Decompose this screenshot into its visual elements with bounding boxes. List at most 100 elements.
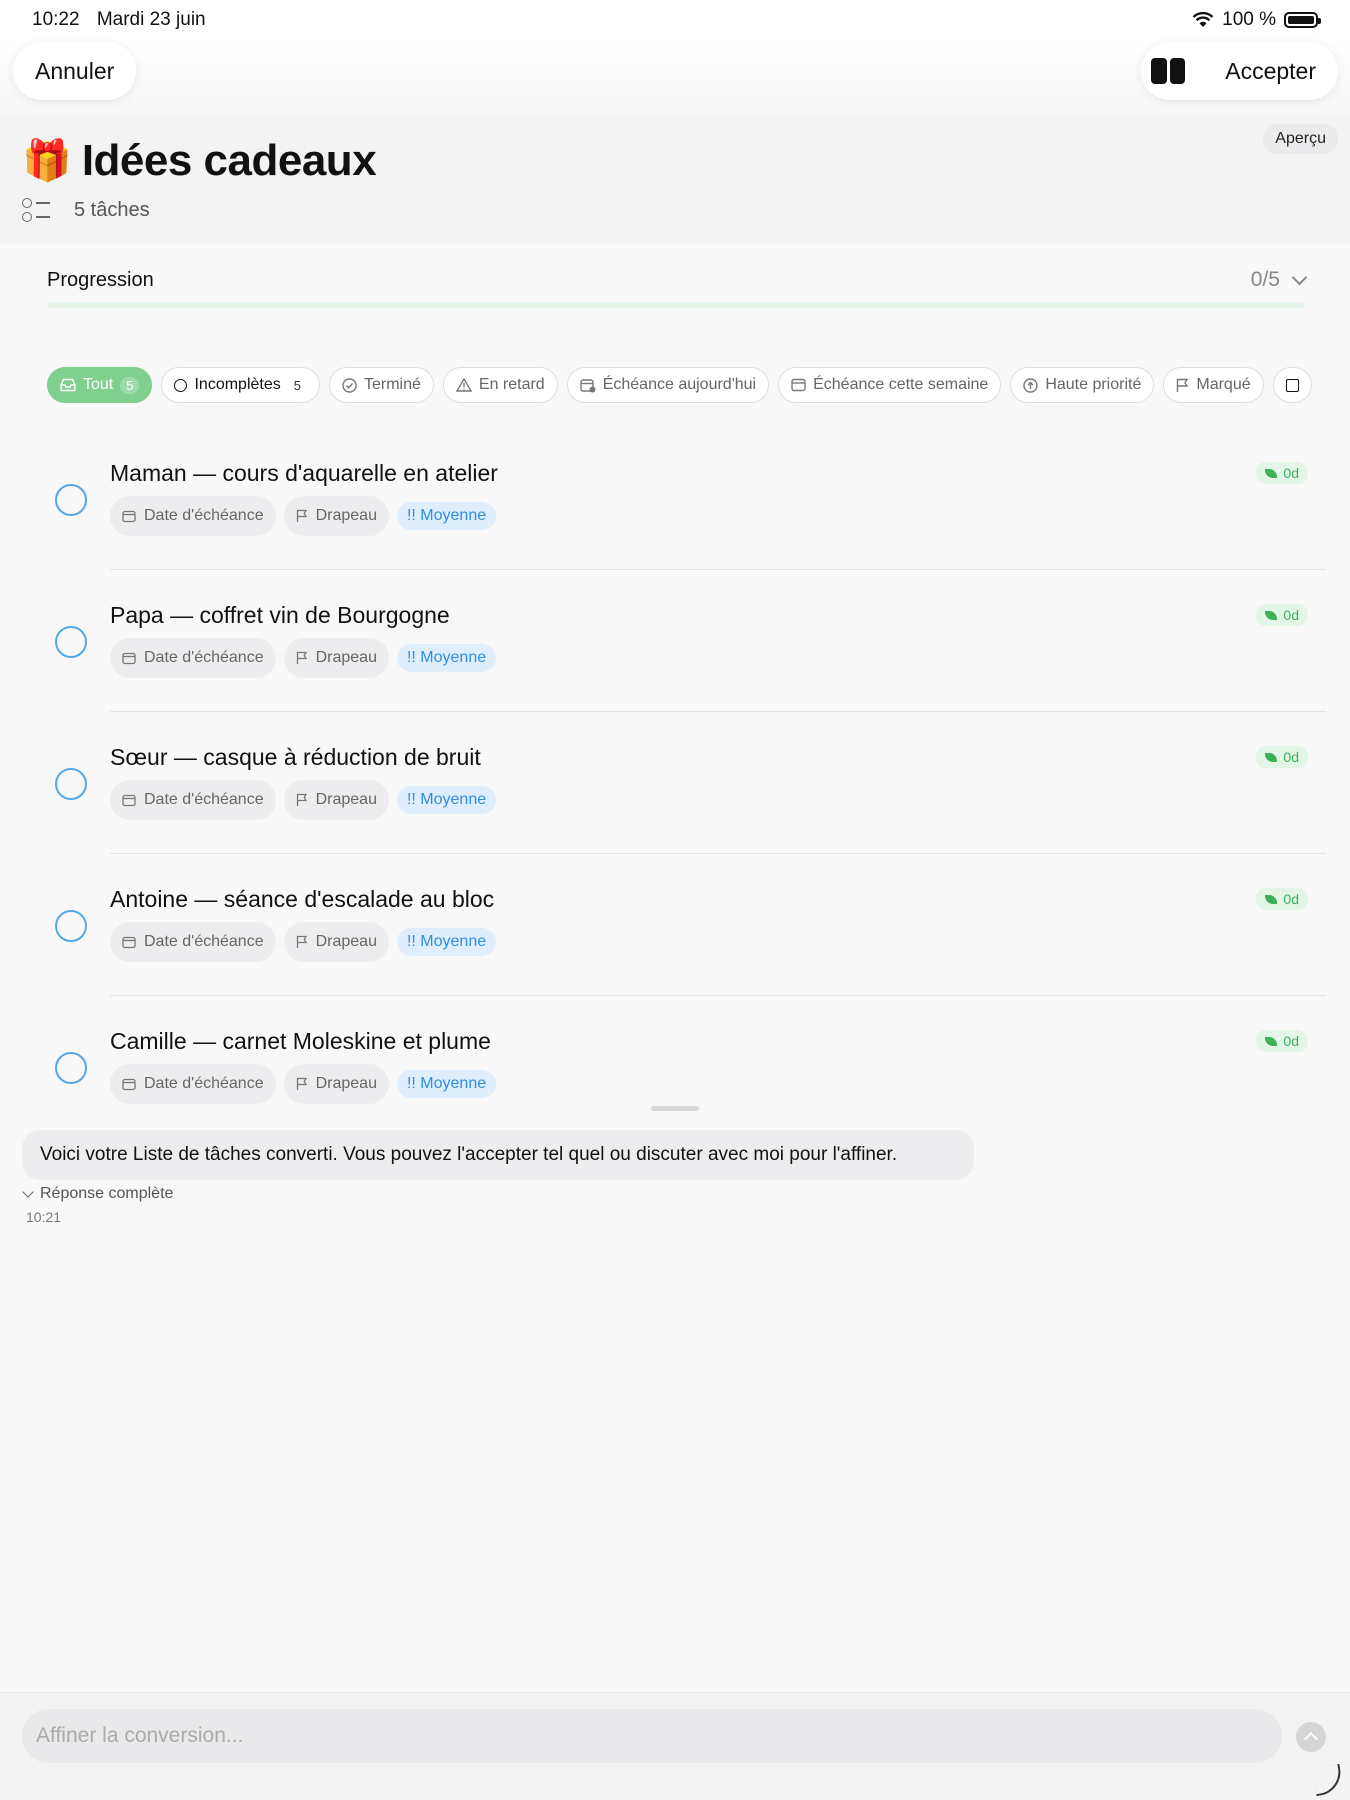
filter-chips: Tout 5 Incomplètes 5 Terminé En retard É… <box>47 367 1325 405</box>
task-title[interactable]: Papa — coffret vin de Bourgogne <box>110 602 450 629</box>
flag-button[interactable]: Drapeau <box>283 922 389 962</box>
task-list: Maman — cours d'aquarelle en atelier Dat… <box>0 428 1350 1138</box>
leaf-icon <box>1265 894 1278 904</box>
flag-button[interactable]: Drapeau <box>283 1064 389 1104</box>
filter-flagged[interactable]: Marqué <box>1163 367 1264 403</box>
split-view-icon[interactable] <box>1151 58 1186 84</box>
due-date-label: Date d'échéance <box>144 791 264 808</box>
filter-due-today-label: Échéance aujourd'hui <box>602 376 757 393</box>
filter-flagged-label: Marqué <box>1196 376 1251 393</box>
priority-badge[interactable]: !! Moyenne <box>396 1070 497 1098</box>
task-row[interactable]: Sœur — casque à réduction de bruit Date … <box>0 712 1350 854</box>
filter-overdue[interactable]: En retard <box>442 367 558 403</box>
due-date-button[interactable]: Date d'échéance <box>110 496 276 536</box>
task-row[interactable]: Papa — coffret vin de Bourgogne Date d'é… <box>0 570 1350 712</box>
task-meta: Date d'échéance Drapeau !! Moyenne <box>110 496 497 536</box>
flag-label: Drapeau <box>315 933 377 950</box>
task-checkbox[interactable] <box>55 768 87 800</box>
page-title: Idées cadeaux <box>81 136 377 185</box>
progress-value: 0/5 <box>1250 268 1280 291</box>
due-date-button[interactable]: Date d'échéance <box>110 1064 276 1104</box>
task-checkbox[interactable] <box>55 484 87 516</box>
filter-overdue-label: En retard <box>478 376 545 393</box>
age-label: 0d <box>1283 607 1299 623</box>
filter-due-today[interactable]: Échéance aujourd'hui <box>566 367 770 403</box>
due-date-button[interactable]: Date d'échéance <box>110 638 276 678</box>
filter-more[interactable] <box>1272 367 1312 403</box>
status-time: 10:22 <box>32 9 80 30</box>
message-time: 10:21 <box>26 1209 62 1225</box>
accept-button[interactable]: Accepter <box>1225 58 1316 85</box>
priority-badge[interactable]: !! Moyenne <box>396 786 497 814</box>
pencil-curve-icon <box>1311 1763 1345 1797</box>
task-row[interactable]: Maman — cours d'aquarelle en atelier Dat… <box>0 428 1350 570</box>
title-row: 🎁 Idées cadeaux <box>22 136 377 186</box>
filter-incomplete-count: 5 <box>293 377 301 393</box>
flag-label: Drapeau <box>315 1075 377 1092</box>
composer <box>0 1692 1350 1800</box>
flag-label: Drapeau <box>315 507 377 524</box>
task-checkbox[interactable] <box>55 910 87 942</box>
task-meta: Date d'échéance Drapeau !! Moyenne <box>110 1064 497 1104</box>
filter-incomplete[interactable]: Incomplètes 5 <box>161 367 320 403</box>
flag-button[interactable]: Drapeau <box>283 780 389 820</box>
response-status[interactable]: Réponse complète <box>22 1185 174 1203</box>
filter-all[interactable]: Tout 5 <box>47 367 153 403</box>
age-badge: 0d <box>1256 746 1308 768</box>
cancel-button[interactable]: Annuler <box>13 42 137 100</box>
arrow-up-circle-icon <box>1023 377 1039 393</box>
filter-all-count: 5 <box>120 376 140 394</box>
filter-high-priority[interactable]: Haute priorité <box>1010 367 1155 403</box>
priority-badge[interactable]: !! Moyenne <box>396 502 497 530</box>
filter-done[interactable]: Terminé <box>328 367 434 403</box>
age-badge: 0d <box>1256 462 1308 484</box>
age-label: 0d <box>1283 749 1299 765</box>
due-date-button[interactable]: Date d'échéance <box>110 922 276 962</box>
task-row[interactable]: Antoine — séance d'escalade au bloc Date… <box>0 854 1350 996</box>
due-date-button[interactable]: Date d'échéance <box>110 780 276 820</box>
task-title[interactable]: Sœur — casque à réduction de bruit <box>110 744 481 771</box>
flag-icon <box>1177 378 1189 392</box>
flag-button[interactable]: Drapeau <box>283 638 389 678</box>
circle-icon <box>174 378 188 392</box>
flag-icon <box>296 651 307 664</box>
task-checkbox[interactable] <box>55 1052 87 1084</box>
task-title[interactable]: Camille — carnet Moleskine et plume <box>110 1028 491 1055</box>
progress-section[interactable]: Progression 0/5 <box>47 268 1308 308</box>
task-checkbox[interactable] <box>55 626 87 658</box>
chevron-down-icon[interactable] <box>1291 269 1308 285</box>
check-circle-icon <box>342 377 357 393</box>
send-button[interactable] <box>1296 1722 1326 1752</box>
filter-due-week[interactable]: Échéance cette semaine <box>778 367 1002 403</box>
top-bar: Annuler Accepter <box>0 40 1350 116</box>
task-count-row: 5 tâches <box>22 196 150 224</box>
calendar-icon <box>122 1078 136 1090</box>
filter-done-label: Terminé <box>363 376 421 393</box>
calendar-icon <box>791 378 806 392</box>
flag-icon <box>296 935 307 948</box>
status-date: Mardi 23 juin <box>96 9 206 30</box>
leaf-icon <box>1265 1036 1278 1046</box>
priority-badge[interactable]: !! Moyenne <box>396 928 497 956</box>
flag-button[interactable]: Drapeau <box>283 496 389 536</box>
progress-value-wrap: 0/5 <box>1250 268 1308 292</box>
flag-label: Drapeau <box>315 791 377 808</box>
age-badge: 0d <box>1256 1030 1308 1052</box>
sheet-handle[interactable] <box>651 1106 699 1111</box>
calendar-icon <box>122 652 136 664</box>
priority-badge[interactable]: !! Moyenne <box>396 644 497 672</box>
task-title[interactable]: Maman — cours d'aquarelle en atelier <box>110 460 498 487</box>
accept-group: Accepter <box>1141 42 1338 100</box>
preview-badge: Aperçu <box>1263 124 1338 154</box>
age-badge: 0d <box>1256 888 1308 910</box>
response-status-label: Réponse complète <box>40 1185 174 1202</box>
age-badge: 0d <box>1256 604 1308 626</box>
task-row[interactable]: Camille — carnet Moleskine et plume Date… <box>0 996 1350 1138</box>
calendar-icon <box>122 510 136 522</box>
task-title[interactable]: Antoine — séance d'escalade au bloc <box>110 886 494 913</box>
refine-input[interactable] <box>22 1709 1282 1763</box>
leaf-icon <box>1265 610 1278 620</box>
list-header: Aperçu 🎁 Idées cadeaux 5 tâches <box>0 116 1350 244</box>
progress-label: Progression <box>47 268 154 291</box>
tray-icon <box>60 378 76 392</box>
